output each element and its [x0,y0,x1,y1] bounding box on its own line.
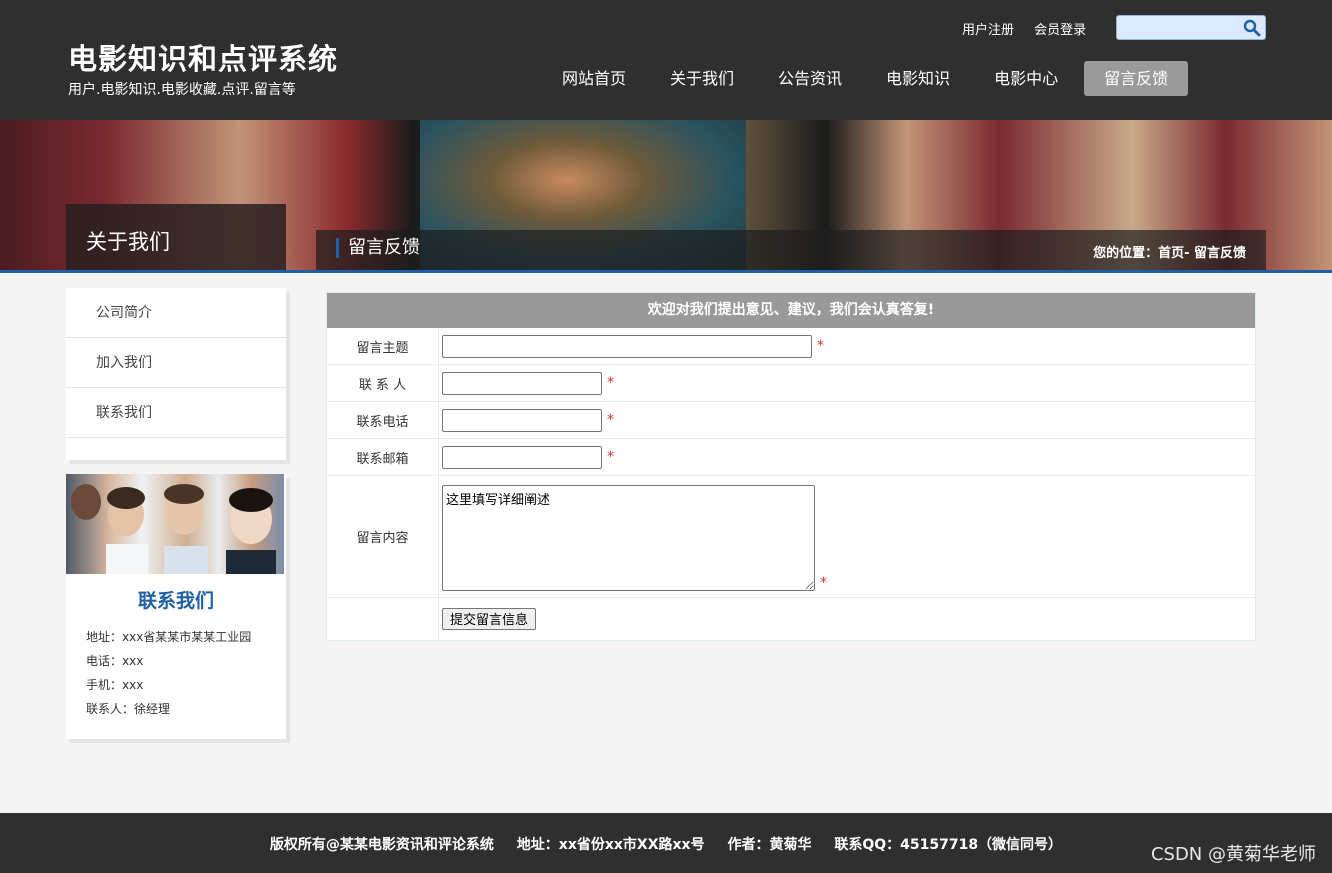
form-row-contact: 联 系 人 * [327,365,1255,402]
footer-text: 版权所有@某某电影资讯和评论系统 地址：xx省份xx市XX路xx号 作者：黄菊华… [0,834,1332,854]
login-link[interactable]: 会员登录 [1034,23,1086,38]
register-link[interactable]: 用户注册 [962,23,1014,38]
footer-author: 作者：黄菊华 [727,837,812,853]
required-mark: * [607,375,614,391]
nav-movies[interactable]: 电影中心 [972,61,1080,96]
main-nav: 网站首页 关于我们 公告资讯 电影知识 电影中心 留言反馈 [540,61,1189,96]
breadcrumb[interactable]: 您的位置：首页- 留言反馈 [1093,242,1246,261]
contact-address: 地址：xxx省某某市某某工业园 [86,630,252,644]
phone-input[interactable] [442,408,602,432]
footer-address: 地址：xx省份xx市XX路xx号 [516,837,705,853]
nav-knowledge[interactable]: 电影知识 [864,61,972,96]
phone-label: 联系电话 [327,402,439,438]
form-row-phone: 联系电话 * [327,402,1255,439]
site-title[interactable]: 电影知识和点评系统 [68,36,338,78]
section-title: 关于我们 [86,230,170,254]
watermark: CSDN @黄菊华老师 [1150,844,1316,865]
contact-phone: 电话：xxx [86,654,144,668]
form-row-submit: 提交留言信息 [327,598,1255,639]
nav-news[interactable]: 公告资讯 [756,61,864,96]
sidebar-menu: 公司简介 加入我们 联系我们 [66,288,286,460]
sidebar-item-join[interactable]: 加入我们 [66,338,286,388]
contact-label: 联 系 人 [327,365,439,401]
email-label: 联系邮箱 [327,439,439,475]
sidebar-item-company[interactable]: 公司简介 [66,288,286,338]
banner: 关于我们 留言反馈 您的位置：首页- 留言反馈 [0,120,1332,273]
site-footer: 版权所有@某某电影资讯和评论系统 地址：xx省份xx市XX路xx号 作者：黄菊华… [0,813,1332,873]
footer-qq: 联系QQ：45157718（微信同号） [834,837,1063,853]
submit-label-cell [327,598,439,639]
email-input[interactable] [442,445,602,469]
search-input[interactable] [1117,16,1237,39]
form-heading: 欢迎对我们提出意见、建议，我们会认真答复! [327,293,1255,328]
required-mark: * [820,575,827,591]
contact-input[interactable] [442,371,602,395]
required-mark: * [607,449,614,465]
contact-mobile: 手机：xxx [86,678,144,692]
nav-about[interactable]: 关于我们 [648,61,756,96]
site-header: 电影知识和点评系统 用户.电影知识.电影收藏.点评.留言等 用户注册 会员登录 … [0,0,1332,120]
submit-button[interactable]: 提交留言信息 [442,607,537,630]
customer-service-image [66,474,284,574]
nav-home[interactable]: 网站首页 [540,61,648,96]
contact-card: 联系我们 地址：xxx省某某市某某工业园 电话：xxx 手机：xxx 联系人：徐… [66,474,286,739]
contact-person: 联系人：徐经理 [86,702,171,716]
required-mark: * [607,412,614,428]
footer-copyright: 版权所有@某某电影资讯和评论系统 [269,837,494,853]
contact-title: 联系我们 [137,590,214,612]
top-links: 用户注册 会员登录 [962,19,1102,38]
section-title-box: 关于我们 [66,204,286,270]
required-mark: * [817,338,824,354]
content-label: 留言内容 [327,476,439,597]
form-row-content: 留言内容 这里填写详细阐述 * [327,476,1255,598]
contact-info: 地址：xxx省某某市某某工业园 电话：xxx 手机：xxx 联系人：徐经理 [66,625,286,721]
form-row-email: 联系邮箱 * [327,439,1255,476]
site-subtitle: 用户.电影知识.电影收藏.点评.留言等 [68,82,296,98]
form-row-subject: 留言主题 * [327,328,1255,365]
sidebar-item-contact[interactable]: 联系我们 [66,388,286,438]
content-textarea[interactable]: 这里填写详细阐述 [442,485,815,591]
feedback-form: 欢迎对我们提出意见、建议，我们会认真答复! 留言主题 * 联 系 人 * 联系电… [326,292,1256,641]
subject-label: 留言主题 [327,328,439,364]
page-title: 留言反馈 [336,238,420,258]
nav-feedback[interactable]: 留言反馈 [1084,61,1189,96]
search-icon[interactable] [1243,19,1261,37]
breadcrumb-bar: 留言反馈 您的位置：首页- 留言反馈 [316,230,1266,270]
search-box [1116,15,1266,40]
subject-input[interactable] [442,334,812,358]
